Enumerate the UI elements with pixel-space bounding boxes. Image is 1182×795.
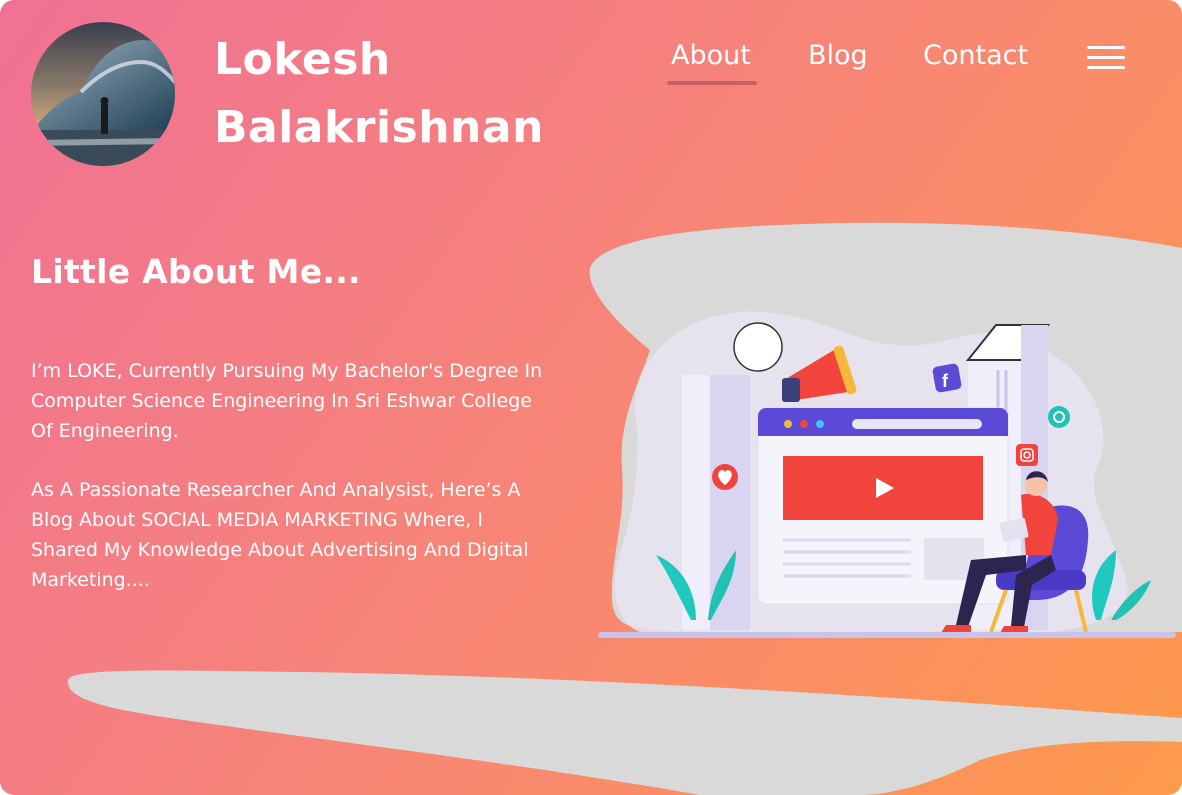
about-paragraph-2: As A Passionate Researcher And Analysist… (31, 479, 529, 591)
page: Lokesh Balakrishnan About Blog Contact L… (0, 0, 1182, 795)
about-paragraph-1: I’m LOKE, Currently Pursuing My Bachelor… (31, 360, 543, 442)
menu-icon[interactable] (1087, 46, 1125, 70)
nav-link-contact[interactable]: Contact (923, 40, 1028, 71)
chat-icon (1048, 406, 1070, 428)
site-title-line2: Balakrishnan (214, 102, 544, 153)
facebook-icon: f (932, 363, 962, 393)
avatar (31, 22, 175, 166)
avatar-image (31, 22, 175, 166)
nav-link-about[interactable]: About (671, 40, 751, 71)
nav-link-blog[interactable]: Blog (808, 40, 868, 71)
site-title: Lokesh Balakrishnan (214, 26, 544, 162)
section-heading: Little About Me... (31, 252, 361, 291)
nav-active-indicator (667, 81, 757, 85)
site-title-line1: Lokesh (214, 34, 391, 85)
svg-text:f: f (942, 371, 949, 391)
social-media-illustration: f (598, 311, 1176, 638)
instagram-icon (1016, 444, 1038, 466)
heart-icon (712, 464, 738, 490)
